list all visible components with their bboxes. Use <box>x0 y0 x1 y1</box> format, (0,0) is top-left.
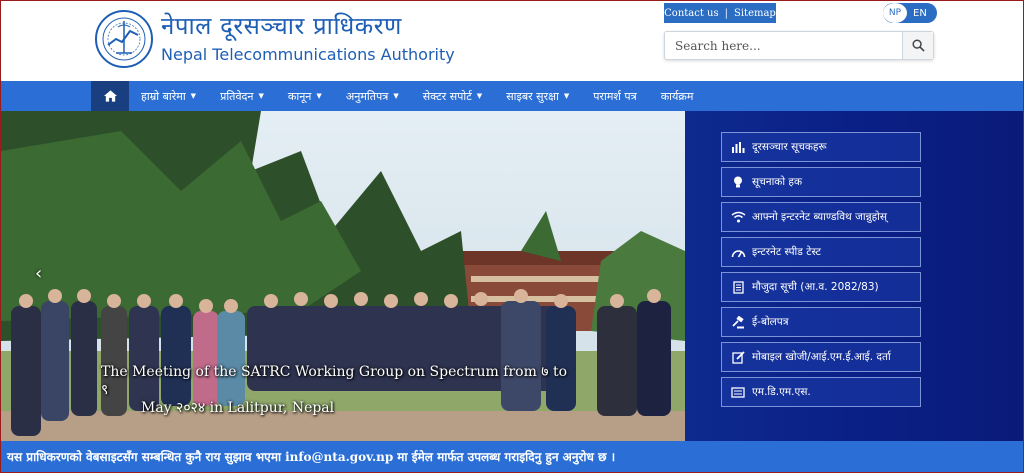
caret-down-icon: ▼ <box>316 92 322 100</box>
quick-link-existing-list[interactable]: मौजुदा सूची (आ.व. 2082/83) <box>721 272 921 302</box>
quick-link-telecom-indicators[interactable]: दूरसञ्चार सूचकहरू <box>721 132 921 162</box>
lang-en-button[interactable]: EN <box>907 8 927 19</box>
site-title-english: Nepal Telecommunications Authority <box>161 45 455 64</box>
nav-item-label: कार्यक्रम <box>660 89 694 103</box>
quick-link-label: आफ्नो इन्टरनेट ब्याण्डविथ जान्नुहोस् <box>752 211 887 223</box>
slider-prev-arrow[interactable]: ‹ <box>35 263 42 284</box>
notice-text-after: मा ईमेल मार्फत उपलब्ध गराइदिनु हुन अनुरो… <box>397 450 616 464</box>
search-button[interactable] <box>902 32 933 59</box>
notice-text-before: यस प्राधिकरणको वेबसाइटसँग सम्बन्धित कुनै… <box>7 450 282 464</box>
home-icon <box>103 90 117 102</box>
quick-link-e-bidding[interactable]: ई-बोलपत्र <box>721 307 921 337</box>
quick-link-label: दूरसञ्चार सूचकहरू <box>752 141 827 153</box>
home-button[interactable] <box>91 81 129 111</box>
site-title-nepali: नेपाल दूरसञ्चार प्राधिकरण <box>161 12 402 40</box>
search-input[interactable] <box>665 32 903 59</box>
nav-item-license[interactable]: अनुमतिपत्र ▼ <box>334 81 411 111</box>
nav-item-cyber-security[interactable]: साइबर सुरक्षा ▼ <box>494 81 581 111</box>
notice-email-link[interactable]: info@nta.gov.np <box>285 450 393 464</box>
speedometer-icon <box>730 244 746 260</box>
caret-down-icon: ▼ <box>476 92 483 100</box>
language-switch: NP EN <box>883 3 937 23</box>
sitemap-link[interactable]: Sitemap <box>734 8 776 19</box>
quick-link-label: ई-बोलपत्र <box>752 316 789 328</box>
lang-np-button[interactable]: NP <box>883 3 907 23</box>
nav-item-sector-support[interactable]: सेक्टर सपोर्ट ▼ <box>411 81 494 111</box>
notice-bar: यस प्राधिकरणको वेबसाइटसँग सम्बन्धित कुनै… <box>1 441 1023 472</box>
caret-down-icon: ▼ <box>258 92 264 100</box>
nav-menu: हाम्रो बारेमा ▼ प्रतिवेदन ▼ कानून ▼ अनुमतिप… <box>129 81 705 111</box>
main-nav: हाम्रो बारेमा ▼ प्रतिवेदन ▼ कानून ▼ अनुमतिप… <box>1 81 1023 111</box>
quick-link-speed-test[interactable]: इन्टरनेट स्पीड टेस्ट <box>721 237 921 267</box>
nav-item-law[interactable]: कानून ▼ <box>276 81 334 111</box>
nta-logo[interactable] <box>94 9 154 69</box>
nav-item-programs[interactable]: कार्यक्रम <box>649 81 706 111</box>
quick-link-mobile-imei[interactable]: मोबाइल खोजी/आई.एम.ई.आई. दर्ता <box>721 342 921 372</box>
list-card-icon <box>730 384 746 400</box>
edit-icon <box>730 349 746 365</box>
top-links-separator: | <box>724 7 728 19</box>
nav-item-label: साइबर सुरक्षा <box>506 89 559 103</box>
quick-link-label: इन्टरनेट स्पीड टेस्ट <box>752 246 821 258</box>
top-links: Contact us | Sitemap <box>664 3 776 23</box>
gavel-icon <box>730 314 746 330</box>
wifi-icon <box>730 209 746 225</box>
search-icon <box>911 39 925 52</box>
site-header: नेपाल दूरसञ्चार प्राधिकरण Nepal Telecomm… <box>1 1 1023 81</box>
quick-links-panel: दूरसञ्चार सूचकहरू सूचनाको हक आफ्नो इन्टर… <box>685 111 1023 441</box>
slide-caption-line1: The Meeting of the SATRC Working Group o… <box>101 364 568 398</box>
nav-item-consultation[interactable]: परामर्श पत्र <box>581 81 648 111</box>
caret-down-icon: ▼ <box>393 92 399 100</box>
quick-link-label: एम.डि.एम.एस. <box>752 386 811 398</box>
quick-link-bandwidth[interactable]: आफ्नो इन्टरनेट ब्याण्डविथ जान्नुहोस् <box>721 202 921 232</box>
nav-item-label: कानून <box>287 89 312 103</box>
quick-link-label: मौजुदा सूची (आ.व. 2082/83) <box>752 281 879 293</box>
nav-item-label: हाम्रो बारेमा <box>141 89 186 103</box>
image-slider[interactable]: ‹ The Meeting of the SATRC Working Group… <box>1 111 685 441</box>
search-box <box>664 31 934 60</box>
caret-down-icon: ▼ <box>190 92 197 100</box>
nav-item-reports[interactable]: प्रतिवेदन ▼ <box>208 81 276 111</box>
slide-caption-line2: May २०२४ in Lalitpur, Nepal <box>141 400 335 416</box>
quick-link-right-to-information[interactable]: सूचनाको हक <box>721 167 921 197</box>
nav-item-label: परामर्श पत्र <box>593 89 637 103</box>
lightbulb-icon <box>730 174 746 190</box>
contact-us-link[interactable]: Contact us <box>664 8 718 19</box>
nav-item-label: अनुमतिपत्र <box>345 89 389 103</box>
slide-caption: The Meeting of the SATRC Working Group o… <box>101 363 571 417</box>
nav-item-about[interactable]: हाम्रो बारेमा ▼ <box>129 81 208 111</box>
quick-link-label: सूचनाको हक <box>752 176 803 188</box>
nav-item-label: प्रतिवेदन <box>220 89 254 103</box>
quick-link-mdms[interactable]: एम.डि.एम.एस. <box>721 377 921 407</box>
nav-item-label: सेक्टर सपोर्ट <box>422 89 472 103</box>
quick-link-label: मोबाइल खोजी/आई.एम.ई.आई. दर्ता <box>752 351 891 363</box>
caret-down-icon: ▼ <box>563 92 570 100</box>
document-icon <box>730 279 746 295</box>
bar-chart-icon <box>730 139 746 155</box>
